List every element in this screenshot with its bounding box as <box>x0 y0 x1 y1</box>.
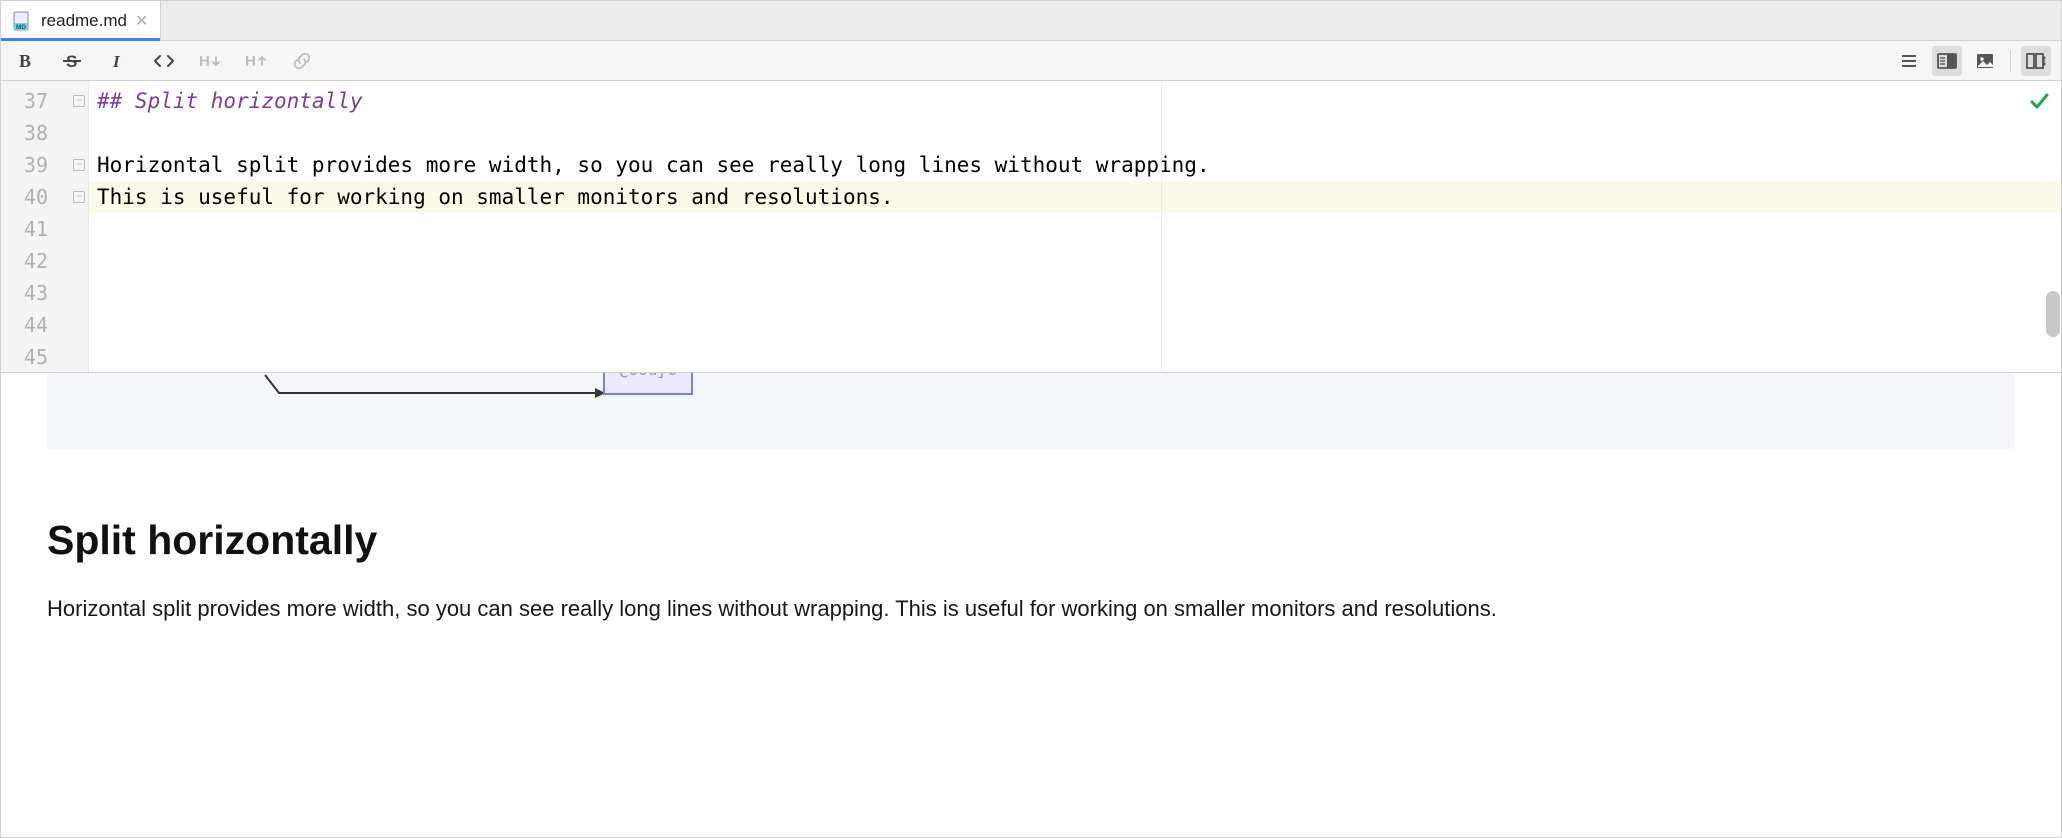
preview-heading: Split horizontally <box>47 517 2015 564</box>
svg-text:MD: MD <box>16 24 26 31</box>
fold-marker-icon[interactable]: − <box>73 191 85 203</box>
preview-paragraph: Horizontal split provides more width, so… <box>47 592 2015 625</box>
line-number: 37− <box>1 85 88 117</box>
code-line[interactable] <box>89 245 2061 277</box>
code-line[interactable]: This is useful for working on smaller mo… <box>89 181 2061 213</box>
heading-decrease-button[interactable]: H <box>195 46 225 76</box>
diagram-node: Google <box>603 373 693 395</box>
preview-pane: Google Split horizontally Horizontal spl… <box>1 373 2061 837</box>
svg-text:H: H <box>245 53 256 70</box>
code-line[interactable] <box>89 213 2061 245</box>
toolbar-separator <box>2010 50 2011 72</box>
scroll-sync-button[interactable] <box>2021 46 2051 76</box>
tab-bar: MD readme.md ✕ <box>1 1 2061 41</box>
strikethrough-button[interactable]: S <box>57 46 87 76</box>
code-line[interactable]: Horizontal split provides more width, so… <box>89 149 2061 181</box>
file-tab[interactable]: MD readme.md ✕ <box>1 1 161 40</box>
code-area[interactable]: ## Split horizontally Horizontal split pr… <box>89 81 2061 372</box>
heading-increase-button[interactable]: H <box>241 46 271 76</box>
bold-button[interactable]: B <box>11 46 41 76</box>
diagram-block: Google <box>47 373 2015 449</box>
line-number: 43 <box>1 277 88 309</box>
code-line[interactable] <box>89 277 2061 309</box>
editor-pane: 37−3839−40−4142434445 ## Split horizonta… <box>1 81 2061 373</box>
svg-text:I: I <box>112 52 121 71</box>
code-line[interactable]: ## Split horizontally <box>89 85 2061 117</box>
right-margin-guide <box>1161 81 1162 372</box>
svg-text:B: B <box>19 51 31 71</box>
svg-text:H: H <box>199 53 210 70</box>
line-number: 40− <box>1 181 88 213</box>
code-line[interactable] <box>89 117 2061 149</box>
line-number-gutter: 37−3839−40−4142434445 <box>1 81 89 372</box>
inspection-status-icon[interactable] <box>2029 91 2049 111</box>
line-number: 45 <box>1 341 88 373</box>
code-line[interactable] <box>89 341 2061 373</box>
line-number: 42 <box>1 245 88 277</box>
line-number: 41 <box>1 213 88 245</box>
markdown-file-icon: MD <box>11 10 33 32</box>
italic-button[interactable]: I <box>103 46 133 76</box>
line-number: 39− <box>1 149 88 181</box>
image-button[interactable] <box>1970 46 2000 76</box>
diagram-node-label: Google <box>619 373 677 381</box>
fold-marker-icon[interactable]: − <box>73 95 85 107</box>
editor-toolbar: B S I H H <box>1 41 2061 81</box>
close-icon[interactable]: ✕ <box>135 11 148 31</box>
line-number: 38 <box>1 117 88 149</box>
tab-filename: readme.md <box>41 11 127 31</box>
link-button[interactable] <box>287 46 317 76</box>
line-number: 44 <box>1 309 88 341</box>
fold-marker-icon[interactable]: − <box>73 159 85 171</box>
softwrap-button[interactable] <box>1894 46 1924 76</box>
code-button[interactable] <box>149 46 179 76</box>
code-line[interactable] <box>89 309 2061 341</box>
editor-preview-split-button[interactable] <box>1932 46 1962 76</box>
scrollbar-thumb[interactable] <box>2046 291 2060 337</box>
